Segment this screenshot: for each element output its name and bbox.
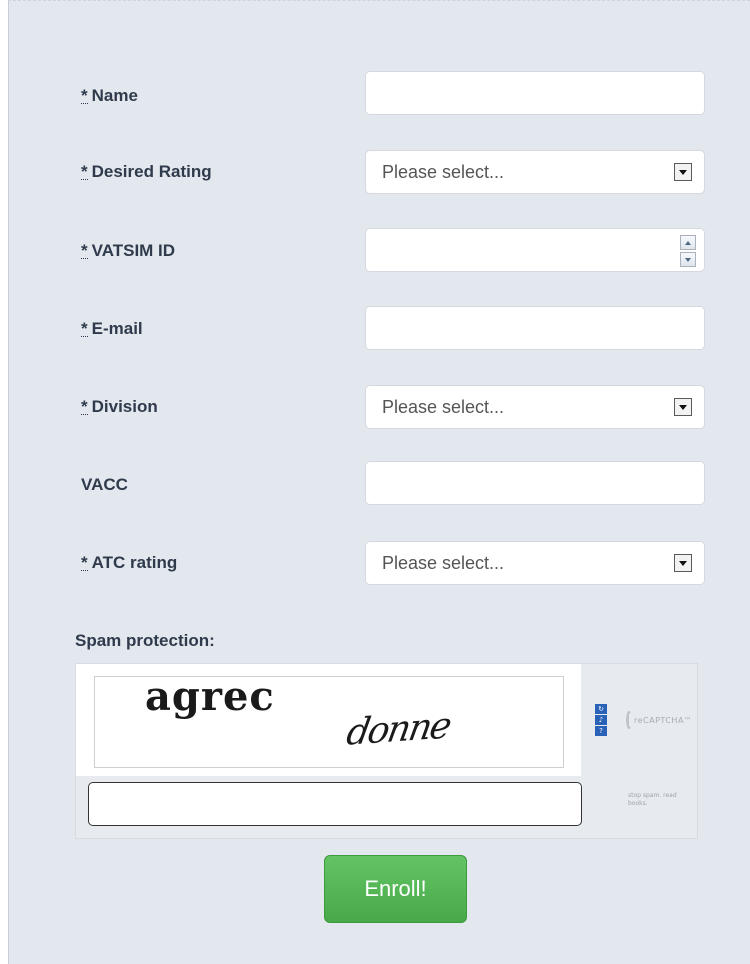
spin-up-icon[interactable] [680, 235, 696, 250]
division-label: * Division [81, 397, 158, 416]
captcha-word-2: donne [343, 705, 453, 754]
captcha-image: agrec donne [76, 664, 581, 776]
vacc-label: VACC [81, 475, 128, 494]
spin-down-icon[interactable] [680, 252, 696, 267]
required-marker: * [81, 241, 88, 260]
email-label: * E-mail [81, 319, 143, 338]
captcha-response-input[interactable] [89, 783, 581, 825]
atc-rating-selected: Please select... [382, 553, 505, 573]
division-selected: Please select... [382, 397, 505, 417]
help-icon[interactable]: ? [595, 726, 607, 736]
chevron-down-icon[interactable] [674, 163, 692, 181]
vatsim-id-field[interactable] [365, 228, 705, 272]
vatsim-id-input[interactable] [366, 229, 704, 271]
captcha-response-field[interactable] [88, 782, 582, 826]
desired-rating-label: * Desired Rating [81, 162, 212, 181]
enroll-button[interactable]: Enroll! [324, 855, 467, 923]
recaptcha-logo-text: reCAPTCHA™ [634, 715, 693, 725]
email-input[interactable] [366, 307, 704, 349]
spam-protection-label: Spam protection: [75, 631, 215, 650]
captcha-frame: agrec donne [94, 673, 564, 768]
number-spinner[interactable] [680, 235, 696, 267]
atc-rating-select[interactable]: Please select... [365, 541, 705, 585]
required-marker: * [81, 319, 88, 338]
required-marker: * [81, 553, 88, 572]
email-field[interactable] [365, 306, 705, 350]
recaptcha-logo: reCAPTCHA™ [626, 708, 693, 732]
recaptcha-icon [626, 711, 632, 729]
chevron-down-icon[interactable] [674, 554, 692, 572]
division-select[interactable]: Please select... [365, 385, 705, 429]
captcha-tagline: stop spam. read books. [628, 792, 677, 807]
atc-rating-label: * ATC rating [81, 553, 178, 572]
name-field[interactable] [365, 71, 705, 115]
desired-rating-selected: Please select... [382, 162, 505, 182]
required-marker: * [81, 397, 88, 416]
captcha-word-1: agrec [145, 673, 275, 720]
name-label: * Name [81, 86, 138, 105]
name-input[interactable] [366, 72, 704, 114]
required-marker: * [81, 86, 88, 105]
vatsim-id-label: * VATSIM ID [81, 241, 176, 260]
audio-icon[interactable]: ♪ [595, 715, 607, 725]
chevron-down-icon[interactable] [674, 398, 692, 416]
captcha-widget: agrec donne ↻ ♪ ? reCAPTCHA™ stop spam. … [75, 663, 698, 839]
vacc-field[interactable] [365, 461, 705, 505]
refresh-icon[interactable]: ↻ [595, 704, 607, 714]
desired-rating-select[interactable]: Please select... [365, 150, 705, 194]
captcha-controls[interactable]: ↻ ♪ ? [595, 704, 607, 736]
required-marker: * [81, 162, 88, 181]
vacc-input[interactable] [366, 462, 704, 504]
form-panel: * Name * Desired Rating Please select... *… [8, 0, 750, 964]
